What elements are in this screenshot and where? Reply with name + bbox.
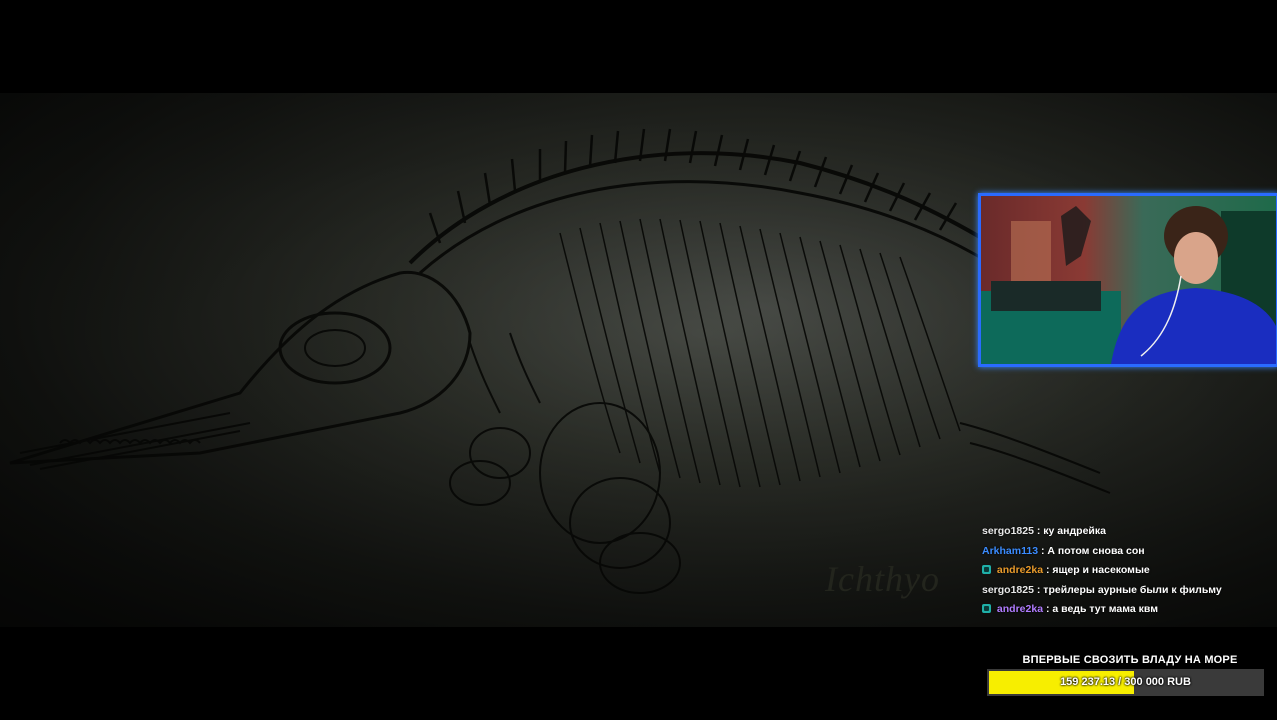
donation-goal-title: ВПЕРВЫЕ СВОЗИТЬ ВЛАДУ НА МОРЕ <box>1022 654 1238 666</box>
chat-message: sergo1825 : ку андрейка <box>982 522 1272 542</box>
webcam-feed <box>981 196 1276 364</box>
chat-message: andre2ka : а ведь тут мама квм <box>982 600 1272 620</box>
streamer-webcam <box>978 193 1277 367</box>
donation-goal-progress-bar: 159 237.13 / 300 000 RUB <box>987 669 1264 696</box>
donation-goal-amount: 159 237.13 / 300 000 RUB <box>1060 676 1191 688</box>
chat-message: andre2ka : ящер и насекомые <box>982 561 1272 581</box>
chat-message: sergo1825 : трейлеры аурные были к фильм… <box>982 581 1272 601</box>
chat-text: а ведь тут мама квм <box>1052 603 1158 615</box>
chat-message: Arkham113 : А потом снова сон <box>982 542 1272 562</box>
stream-chat: sergo1825 : ку андрейка Arkham113 : А по… <box>982 522 1272 620</box>
subscriber-badge-icon <box>982 565 991 574</box>
chat-text: ящер и насекомые <box>1052 564 1150 576</box>
chat-username[interactable]: sergo1825 <box>982 525 1034 537</box>
chat-text: А потом снова сон <box>1047 544 1145 557</box>
chat-username[interactable]: andre2ka <box>997 564 1043 576</box>
subscriber-badge-icon <box>982 604 991 613</box>
chat-text: ку андрейка <box>1043 525 1106 537</box>
chat-username[interactable]: Arkham113 <box>982 545 1038 557</box>
chat-username[interactable]: sergo1825 <box>982 584 1034 596</box>
chat-text: трейлеры аурные были к фильму <box>1043 583 1222 596</box>
chat-username[interactable]: andre2ka <box>997 603 1043 615</box>
drawing-caption: Ichthyo <box>825 559 940 599</box>
